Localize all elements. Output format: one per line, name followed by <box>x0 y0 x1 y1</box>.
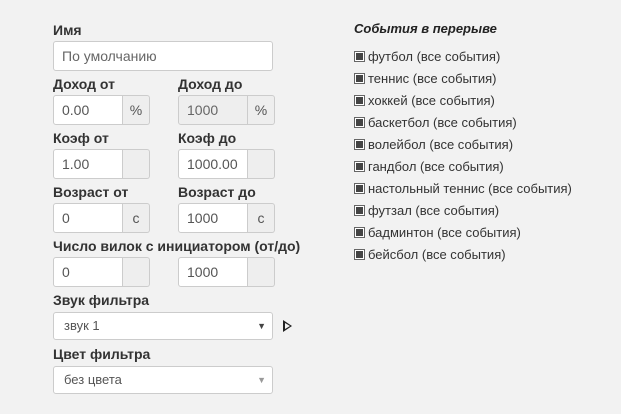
event-item[interactable]: бейсбол (все события) <box>354 243 572 265</box>
forks-from-addon <box>123 257 150 287</box>
coef-from-addon <box>123 149 150 179</box>
event-item[interactable]: волейбол (все события) <box>354 133 572 155</box>
color-select-value: без цвета <box>64 372 122 387</box>
checkbox[interactable] <box>354 204 365 216</box>
event-item[interactable]: футзал (все события) <box>354 199 572 221</box>
checkbox[interactable] <box>354 182 365 194</box>
income-from-label: Доход от <box>53 76 115 92</box>
income-to-input: 1000 <box>178 95 248 125</box>
event-item[interactable]: теннис (все события) <box>354 67 572 89</box>
name-label: Имя <box>53 22 82 38</box>
event-label: хоккей (все события) <box>368 92 495 108</box>
events-list: футбол (все события) теннис (все события… <box>354 45 572 265</box>
income-to-label: Доход до <box>178 76 243 92</box>
coef-from-input[interactable]: 1.00 <box>53 149 123 179</box>
forks-to-input[interactable]: 1000 <box>178 257 248 287</box>
forks-to-addon <box>248 257 275 287</box>
chevron-down-icon: ▼ <box>257 375 266 385</box>
income-to-unit: % <box>248 95 275 125</box>
event-label: волейбол (все события) <box>368 136 514 152</box>
event-item[interactable]: настольный теннис (все события) <box>354 177 572 199</box>
play-icon[interactable] <box>283 320 292 332</box>
event-item[interactable]: гандбол (все события) <box>354 155 572 177</box>
checkbox[interactable] <box>354 50 365 62</box>
checkbox[interactable] <box>354 160 365 172</box>
age-to-label: Возраст до <box>178 184 256 200</box>
color-select[interactable]: без цвета ▼ <box>53 366 273 394</box>
event-item[interactable]: бадминтон (все события) <box>354 221 572 243</box>
income-from-unit: % <box>123 95 150 125</box>
event-item[interactable]: хоккей (все события) <box>354 89 572 111</box>
sound-select-value: звук 1 <box>64 318 100 333</box>
checkbox[interactable] <box>354 116 365 128</box>
age-to-input[interactable]: 1000 <box>178 203 248 233</box>
income-from-input[interactable]: 0.00 <box>53 95 123 125</box>
age-from-label: Возраст от <box>53 184 129 200</box>
color-label: Цвет фильтра <box>53 346 151 362</box>
checkbox[interactable] <box>354 72 365 84</box>
event-item[interactable]: футбол (все события) <box>354 45 572 67</box>
name-input[interactable]: По умолчанию <box>53 41 273 71</box>
checkbox[interactable] <box>354 248 365 260</box>
coef-to-addon <box>248 149 275 179</box>
coef-to-label: Коэф до <box>178 130 237 146</box>
forks-from-input[interactable]: 0 <box>53 257 123 287</box>
event-label: гандбол (все события) <box>368 158 504 174</box>
event-label: бадминтон (все события) <box>368 224 521 240</box>
age-from-input[interactable]: 0 <box>53 203 123 233</box>
events-title: События в перерыве <box>354 21 497 36</box>
checkbox[interactable] <box>354 138 365 150</box>
event-label: настольный теннис (все события) <box>368 180 572 196</box>
event-label: теннис (все события) <box>368 70 497 86</box>
coef-from-label: Коэф от <box>53 130 109 146</box>
event-label: баскетбол (все события) <box>368 114 517 130</box>
event-label: бейсбол (все события) <box>368 246 506 262</box>
chevron-down-icon: ▼ <box>257 321 266 331</box>
age-from-unit: с <box>123 203 150 233</box>
checkbox[interactable] <box>354 226 365 238</box>
forks-label: Число вилок с инициатором (от/до) <box>53 238 301 254</box>
age-to-unit: с <box>248 203 275 233</box>
sound-label: Звук фильтра <box>53 292 150 308</box>
event-label: футзал (все события) <box>368 202 500 218</box>
event-item[interactable]: баскетбол (все события) <box>354 111 572 133</box>
checkbox[interactable] <box>354 94 365 106</box>
event-label: футбол (все события) <box>368 48 501 64</box>
coef-to-input[interactable]: 1000.00 <box>178 149 248 179</box>
sound-select[interactable]: звук 1 ▼ <box>53 312 273 340</box>
